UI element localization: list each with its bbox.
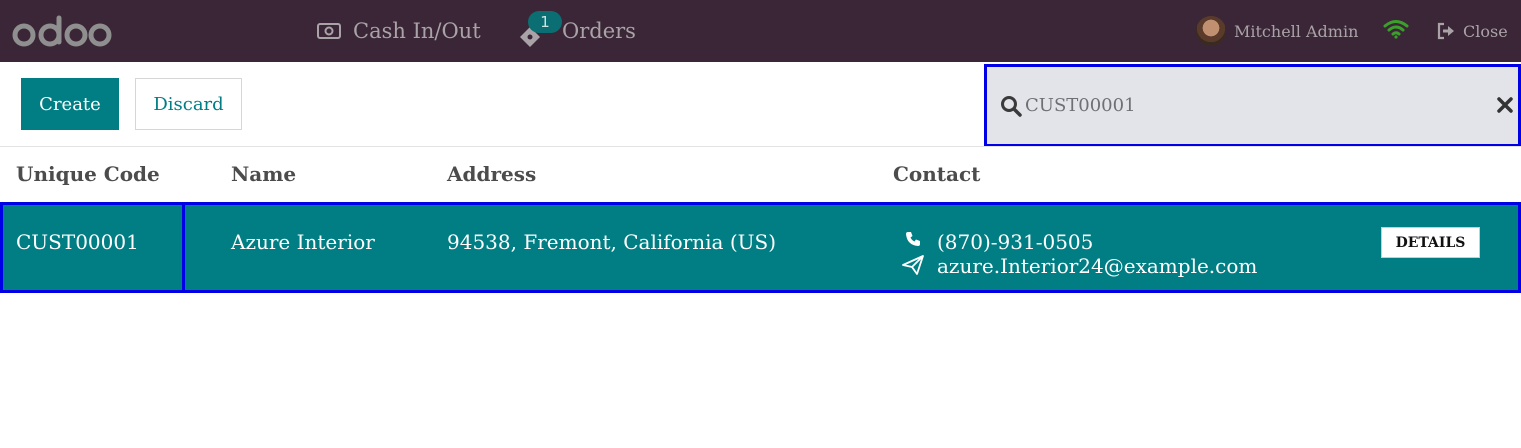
table-row[interactable]: CUST00001 Azure Interior 94538, Fremont,… <box>0 202 1521 293</box>
discard-button[interactable]: Discard <box>135 78 242 130</box>
divider <box>0 146 1521 147</box>
nav-orders-label: Orders <box>562 19 636 43</box>
customer-address: 94538, Fremont, California (US) <box>447 230 776 254</box>
column-header-contact: Contact <box>893 162 981 186</box>
search-icon <box>1000 95 1022 121</box>
orders-count-badge: 1 <box>528 11 562 33</box>
create-button[interactable]: Create <box>21 78 119 130</box>
column-header-name: Name <box>231 162 297 186</box>
search-bar[interactable] <box>984 64 1521 147</box>
nav-cash-in-out[interactable]: Cash In/Out <box>317 0 481 62</box>
customer-phone: (870)-931-0505 <box>937 230 1094 254</box>
odoo-logo <box>12 14 112 52</box>
customer-email: azure.Interior24@example.com <box>937 254 1258 278</box>
wifi-icon <box>1383 19 1409 43</box>
details-button[interactable]: DETAILS <box>1381 227 1480 258</box>
search-input[interactable] <box>1025 89 1465 121</box>
column-header-address: Address <box>447 162 537 186</box>
user-name: Mitchell Admin <box>1234 21 1359 41</box>
customer-code: CUST00001 <box>16 230 139 254</box>
customer-name: Azure Interior <box>231 230 375 254</box>
close-button[interactable]: Close <box>1436 0 1508 62</box>
avatar <box>1196 16 1226 46</box>
nav-orders[interactable]: 1 Orders <box>518 0 636 62</box>
phone-icon <box>905 231 921 251</box>
sign-out-icon <box>1437 22 1454 40</box>
unique-code-cell[interactable]: CUST00001 <box>3 205 185 290</box>
top-navbar: Cash In/Out 1 Orders Mitchell Admin Clos… <box>0 0 1521 62</box>
close-icon[interactable] <box>1496 96 1514 118</box>
nav-cash-label: Cash In/Out <box>353 19 481 43</box>
close-label: Close <box>1463 21 1508 41</box>
money-icon <box>317 23 341 39</box>
user-menu[interactable]: Mitchell Admin <box>1196 0 1358 62</box>
paper-plane-icon <box>902 255 924 279</box>
column-header-unique-code: Unique Code <box>16 162 160 186</box>
